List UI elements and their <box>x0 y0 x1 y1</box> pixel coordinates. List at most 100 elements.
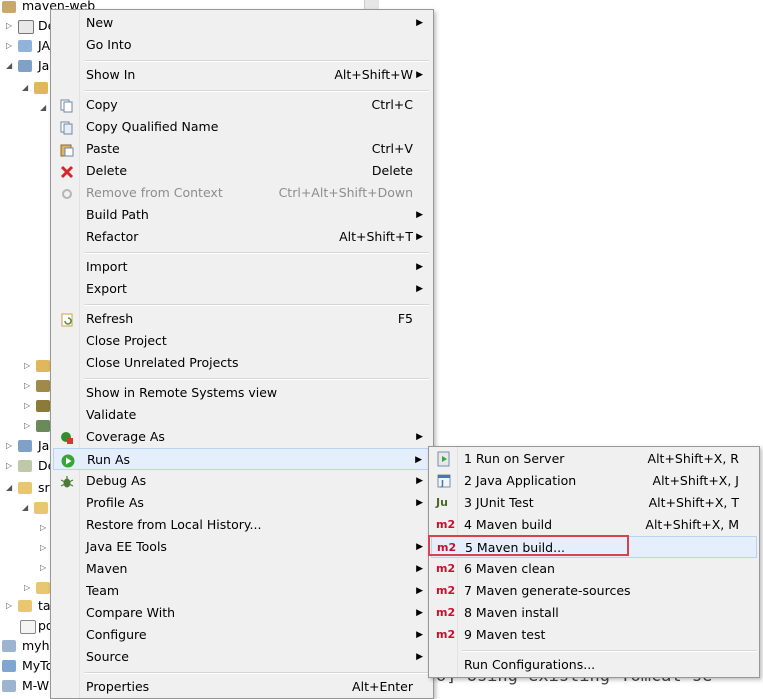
expand-arrow-icon[interactable]: ▷ <box>6 16 12 36</box>
expand-arrow-icon[interactable]: ▷ <box>6 436 12 456</box>
menu-item-maven[interactable]: Maven ▶ <box>53 558 431 580</box>
expand-arrow-icon[interactable]: ▷ <box>24 381 30 390</box>
javascript-resources-icon <box>18 440 32 452</box>
menu-item-copy-qualified-name[interactable]: Copy Qualified Name <box>53 116 431 138</box>
menu-item-remove-from-context[interactable]: Remove from Context Ctrl+Alt+Shift+Down <box>53 182 431 204</box>
expand-arrow-icon[interactable]: ▷ <box>24 361 30 370</box>
expand-arrow-icon[interactable]: ▷ <box>24 401 30 410</box>
menu-item-new[interactable]: New ▶ <box>53 12 431 34</box>
menu-item-java-ee-tools[interactable]: Java EE Tools ▶ <box>53 536 431 558</box>
project-icon <box>2 1 16 13</box>
folder-icon <box>36 582 50 594</box>
expand-arrow-icon[interactable]: ▷ <box>40 563 46 572</box>
remove-from-context-icon <box>60 186 74 200</box>
folder-icon <box>18 482 32 494</box>
run-as-maven-generate-sources[interactable]: m2 7 Maven generate-sources <box>431 580 757 602</box>
menu-separator <box>84 672 429 674</box>
submenu-arrow-icon: ▶ <box>416 262 423 272</box>
submenu-arrow-icon: ▶ <box>416 652 423 662</box>
collapse-arrow-icon[interactable]: ◢ <box>22 83 28 92</box>
collapse-arrow-icon[interactable]: ◢ <box>6 478 12 498</box>
menu-item-close-unrelated-projects[interactable]: Close Unrelated Projects <box>53 352 431 374</box>
menu-separator <box>84 378 429 380</box>
menu-item-close-project[interactable]: Close Project <box>53 330 431 352</box>
run-as-java-application[interactable]: J 2 Java Application Alt+Shift+X, J <box>431 470 757 492</box>
project-icon <box>2 660 16 672</box>
jax-icon <box>18 40 32 52</box>
folder-icon <box>18 600 32 612</box>
run-as-maven-clean[interactable]: m2 6 Maven clean <box>431 558 757 580</box>
copy-icon <box>60 98 74 113</box>
menu-item-restore-from-local-history[interactable]: Restore from Local History... <box>53 514 431 536</box>
coverage-icon <box>60 430 74 444</box>
run-as-maven-test[interactable]: m2 9 Maven test <box>431 624 757 646</box>
menu-separator <box>84 60 429 62</box>
library-icon <box>36 380 50 392</box>
copy-qualified-name-icon <box>60 120 74 135</box>
server-icon <box>436 451 454 467</box>
package-folder-icon <box>36 360 50 372</box>
refresh-icon <box>60 312 74 327</box>
submenu-arrow-icon: ▶ <box>416 232 423 242</box>
expand-arrow-icon[interactable]: ▷ <box>24 421 30 430</box>
m2-icon: m2 <box>436 628 456 641</box>
menu-item-delete[interactable]: Delete Delete <box>53 160 431 182</box>
submenu-arrow-icon: ▶ <box>416 542 423 552</box>
submenu-arrow-icon: ▶ <box>416 210 423 220</box>
menu-item-export[interactable]: Export ▶ <box>53 278 431 300</box>
delete-icon <box>60 164 74 179</box>
run-as-run-configurations[interactable]: Run Configurations... <box>431 654 757 676</box>
collapse-arrow-icon[interactable]: ◢ <box>22 503 28 512</box>
menu-item-build-path[interactable]: Build Path ▶ <box>53 204 431 226</box>
menu-item-validate[interactable]: Validate <box>53 404 431 426</box>
run-as-maven-build[interactable]: m2 4 Maven build Alt+Shift+X, M <box>431 514 757 536</box>
menu-item-compare-with[interactable]: Compare With ▶ <box>53 602 431 624</box>
expand-arrow-icon[interactable]: ▷ <box>6 596 12 616</box>
project-icon <box>2 640 16 652</box>
submenu-arrow-icon: ▶ <box>416 498 423 508</box>
folder-icon <box>34 502 48 514</box>
maven-deps-icon <box>36 420 50 432</box>
expand-arrow-icon[interactable]: ▷ <box>40 523 46 532</box>
menu-item-coverage-as[interactable]: Coverage As ▶ <box>53 426 431 448</box>
run-as-maven-install[interactable]: m2 8 Maven install <box>431 602 757 624</box>
m2-icon: m2 <box>436 584 456 597</box>
menu-item-copy[interactable]: Copy Ctrl+C <box>53 94 431 116</box>
menu-item-show-in[interactable]: Show In Alt+Shift+W ▶ <box>53 64 431 86</box>
run-as-run-on-server[interactable]: 1 Run on Server Alt+Shift+X, R <box>431 448 757 470</box>
collapse-arrow-icon[interactable]: ◢ <box>40 103 46 112</box>
menu-item-team[interactable]: Team ▶ <box>53 580 431 602</box>
java-app-icon: J <box>436 473 454 489</box>
m2-icon: m2 <box>436 518 456 531</box>
menu-item-paste[interactable]: Paste Ctrl+V <box>53 138 431 160</box>
menu-item-import[interactable]: Import ▶ <box>53 256 431 278</box>
deployment-icon <box>18 20 34 34</box>
expand-arrow-icon[interactable]: ▷ <box>6 36 12 56</box>
menu-item-go-into[interactable]: Go Into <box>53 34 431 56</box>
submenu-arrow-icon: ▶ <box>416 70 423 80</box>
menu-item-refactor[interactable]: Refactor Alt+Shift+T ▶ <box>53 226 431 248</box>
project-icon <box>2 680 16 692</box>
submenu-arrow-icon: ▶ <box>416 18 423 28</box>
submenu-arrow-icon: ▶ <box>416 630 423 640</box>
submenu-arrow-icon: ▶ <box>415 455 422 465</box>
menu-item-profile-as[interactable]: Profile As ▶ <box>53 492 431 514</box>
expand-arrow-icon[interactable]: ▷ <box>40 543 46 552</box>
menu-item-debug-as[interactable]: Debug As ▶ <box>53 470 431 492</box>
menu-item-configure[interactable]: Configure ▶ <box>53 624 431 646</box>
expand-arrow-icon[interactable]: ▷ <box>24 583 30 592</box>
collapse-arrow-icon[interactable]: ◢ <box>6 56 12 76</box>
submenu-arrow-icon: ▶ <box>416 284 423 294</box>
java-resources-icon <box>18 60 32 72</box>
menu-item-source[interactable]: Source ▶ <box>53 646 431 668</box>
junit-icon: Ju <box>436 496 448 509</box>
menu-separator <box>84 90 429 92</box>
deployed-resources-icon <box>18 460 32 472</box>
menu-item-properties[interactable]: Properties Alt+Enter <box>53 676 431 698</box>
run-as-junit-test[interactable]: Ju 3 JUnit Test Alt+Shift+X, T <box>431 492 757 514</box>
menu-item-refresh[interactable]: Refresh F5 <box>53 308 431 330</box>
menu-item-run-as[interactable]: Run As ▶ <box>53 448 431 470</box>
menu-item-show-in-remote-systems-view[interactable]: Show in Remote Systems view <box>53 382 431 404</box>
pom-file-icon <box>20 620 36 634</box>
expand-arrow-icon[interactable]: ▷ <box>6 456 12 476</box>
